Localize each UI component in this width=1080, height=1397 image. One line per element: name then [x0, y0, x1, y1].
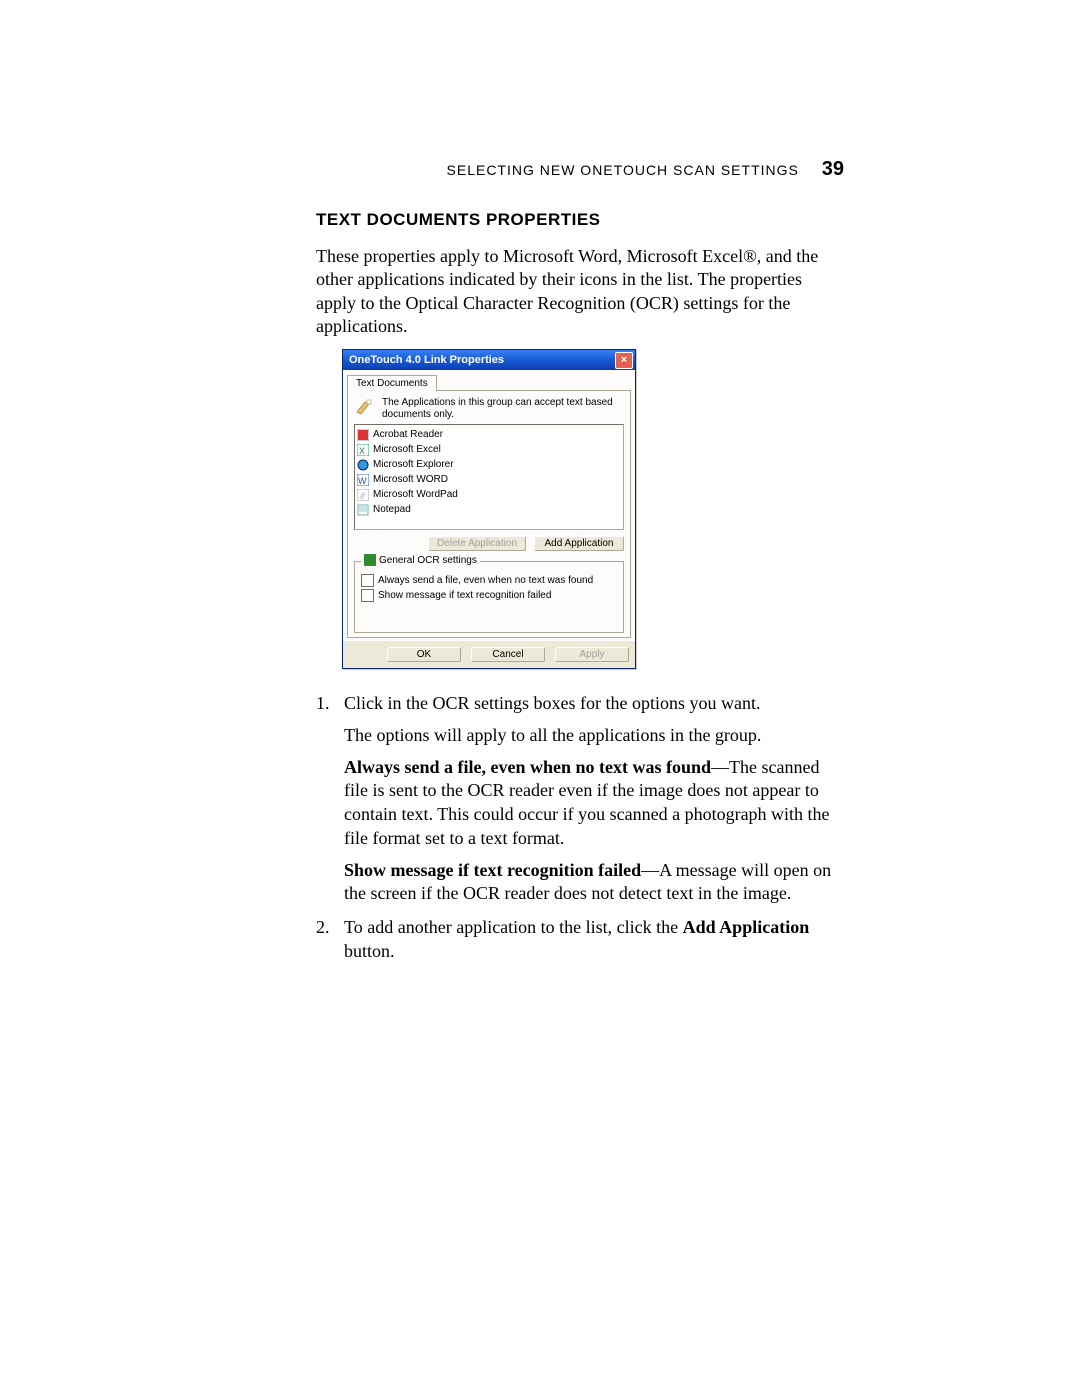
delete-application-button: Delete Application — [428, 536, 526, 551]
list-item: Acrobat Reader — [357, 427, 621, 442]
dialog-title: OneTouch 4.0 Link Properties — [349, 354, 504, 366]
running-head-text: SELECTING NEW ONETOUCH SCAN SETTINGS — [447, 162, 799, 178]
add-application-button[interactable]: Add Application — [534, 536, 624, 551]
checkbox-label: Always send a file, even when no text wa… — [378, 575, 593, 586]
list-item: Microsoft WordPad — [357, 487, 621, 502]
checkbox-label: Show message if text recognition failed — [378, 590, 551, 601]
step-text: To add another application to the list, … — [344, 917, 683, 937]
dialog-titlebar: OneTouch 4.0 Link Properties × — [343, 350, 635, 370]
ok-button[interactable]: OK — [387, 647, 461, 662]
instruction-list: 1. Click in the OCR settings boxes for t… — [316, 692, 836, 974]
excel-icon: X — [357, 444, 369, 456]
general-ocr-settings-group: General OCR settings Always send a file,… — [354, 561, 624, 633]
svg-text:W: W — [358, 476, 367, 486]
close-icon[interactable]: × — [615, 352, 633, 369]
group-legend-text: General OCR settings — [379, 555, 477, 566]
list-item: XMicrosoft Excel — [357, 442, 621, 457]
notepad-icon — [357, 504, 369, 516]
running-header: SELECTING NEW ONETOUCH SCAN SETTINGS 39 — [447, 158, 844, 181]
list-item: Microsoft Explorer — [357, 457, 621, 472]
wordpad-icon — [357, 489, 369, 501]
option-name-bold: Always send a file, even when no text wa… — [344, 757, 711, 777]
step-number: 1. — [316, 692, 334, 906]
ie-icon — [357, 459, 369, 471]
step-text: Click in the OCR settings boxes for the … — [344, 692, 836, 716]
ocr-group-icon — [364, 554, 376, 566]
link-properties-dialog: OneTouch 4.0 Link Properties × Text Docu… — [342, 349, 636, 669]
add-application-ref: Add Application — [683, 917, 810, 937]
application-list[interactable]: Acrobat Reader XMicrosoft Excel Microsof… — [354, 424, 624, 530]
word-icon: W — [357, 474, 369, 486]
checkbox-show-message[interactable] — [361, 589, 374, 602]
cancel-button[interactable]: Cancel — [471, 647, 545, 662]
page-number: 39 — [822, 158, 844, 180]
checkbox-always-send[interactable] — [361, 574, 374, 587]
apply-button: Apply — [555, 647, 629, 662]
pdf-icon — [357, 429, 369, 441]
tab-text-documents[interactable]: Text Documents — [347, 375, 437, 391]
intro-paragraph: These properties apply to Microsoft Word… — [316, 245, 826, 339]
list-item: Notepad — [357, 502, 621, 517]
svg-text:X: X — [359, 446, 365, 456]
dialog-hint-text: The Applications in this group can accep… — [382, 397, 624, 420]
section-title: TEXT DOCUMENTS PROPERTIES — [316, 210, 601, 230]
scanner-icon — [354, 397, 376, 419]
list-item: WMicrosoft WORD — [357, 472, 621, 487]
step-number: 2. — [316, 916, 334, 964]
step-text: button. — [344, 941, 395, 961]
step-subtext: The options will apply to all the applic… — [344, 724, 836, 748]
option-name-bold: Show message if text recognition failed — [344, 860, 641, 880]
